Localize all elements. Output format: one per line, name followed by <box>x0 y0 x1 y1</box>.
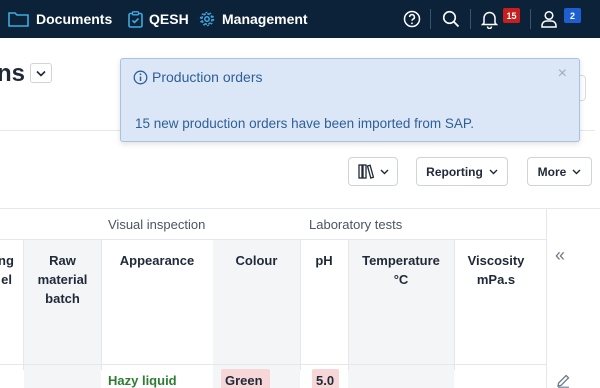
column-header-raw-line3: batch <box>45 291 80 306</box>
gear-icon <box>199 11 215 27</box>
column-header-viscosity-line2: mPa.s <box>476 272 516 287</box>
column-header-viscosity[interactable]: Viscosity mPa.s <box>454 251 538 289</box>
production-orders-table: Visual inspection Laboratory tests ng el… <box>0 208 600 388</box>
column-header-temperature-line2: °C <box>393 272 409 287</box>
clipboard-check-icon <box>128 10 143 28</box>
nav-separator <box>470 9 471 29</box>
cell-ph: 5.0 <box>316 373 335 388</box>
nav-separator <box>430 9 431 29</box>
user-badge: 2 <box>564 8 581 23</box>
search-icon[interactable] <box>440 0 462 38</box>
help-icon[interactable] <box>402 0 422 38</box>
reporting-label: Reporting <box>426 164 483 179</box>
chevron-down-icon <box>572 169 581 174</box>
nav-management[interactable]: Management <box>198 0 308 38</box>
nav-documents-label: Documents <box>36 11 113 27</box>
edit-icon[interactable] <box>556 373 571 388</box>
column-header-temperature-line1: Temperature <box>362 253 440 268</box>
column-header-ph[interactable]: pH <box>300 251 348 270</box>
top-navigation-bar: Documents QESH Management 15 2 <box>0 0 600 38</box>
chevron-down-icon <box>489 169 498 174</box>
nav-management-label: Management <box>222 11 308 27</box>
group-header-visual-inspection: Visual inspection <box>108 216 206 232</box>
row-actions-column: « <box>546 209 600 388</box>
nav-qesh[interactable]: QESH <box>128 0 189 38</box>
column-header-partial-line2: el <box>1 272 12 287</box>
column-header-temperature[interactable]: Temperature °C <box>348 251 454 289</box>
toast-heading: Production orders <box>133 69 263 85</box>
column-header-raw-material-batch[interactable]: Raw material batch <box>24 251 101 308</box>
header-row-divider <box>0 364 546 365</box>
chevron-down-icon <box>36 70 46 77</box>
column-header-raw-line1: Raw <box>49 253 76 268</box>
chevron-down-icon <box>380 169 388 174</box>
close-icon[interactable]: × <box>558 65 567 83</box>
info-icon <box>133 70 148 84</box>
toast-message: 15 new production orders have been impor… <box>135 116 474 131</box>
user-icon[interactable] <box>538 0 560 38</box>
nav-qesh-label: QESH <box>149 11 189 27</box>
page-title: ns <box>0 60 26 87</box>
notification-toast: Production orders × 15 new production or… <box>120 58 580 142</box>
toast-title: Production orders <box>152 69 263 85</box>
books-icon <box>357 164 374 179</box>
nav-documents[interactable]: Documents <box>8 0 112 38</box>
column-header-appearance[interactable]: Appearance <box>101 251 213 270</box>
cell-colour: Green <box>225 373 263 388</box>
column-settings-button[interactable] <box>348 157 398 186</box>
column-header-colour[interactable]: Colour <box>213 251 300 270</box>
more-button[interactable]: More <box>527 157 592 186</box>
collapse-columns-icon[interactable]: « <box>555 245 565 266</box>
column-header-raw-line2: material <box>37 272 88 287</box>
bell-icon[interactable] <box>478 0 500 38</box>
title-dropdown-button[interactable] <box>30 63 52 83</box>
cell-appearance: Hazy liquid <box>108 373 177 388</box>
column-header-partial-line1: ng <box>0 253 14 268</box>
notifications-badge: 15 <box>503 8 520 23</box>
reporting-button[interactable]: Reporting <box>416 157 508 186</box>
column-header-viscosity-line1: Viscosity <box>467 253 525 268</box>
more-label: More <box>537 164 567 179</box>
nav-separator <box>530 9 531 29</box>
folder-icon <box>8 12 29 27</box>
group-header-laboratory-tests: Laboratory tests <box>309 216 403 232</box>
column-header-partial[interactable]: ng el <box>0 251 14 289</box>
